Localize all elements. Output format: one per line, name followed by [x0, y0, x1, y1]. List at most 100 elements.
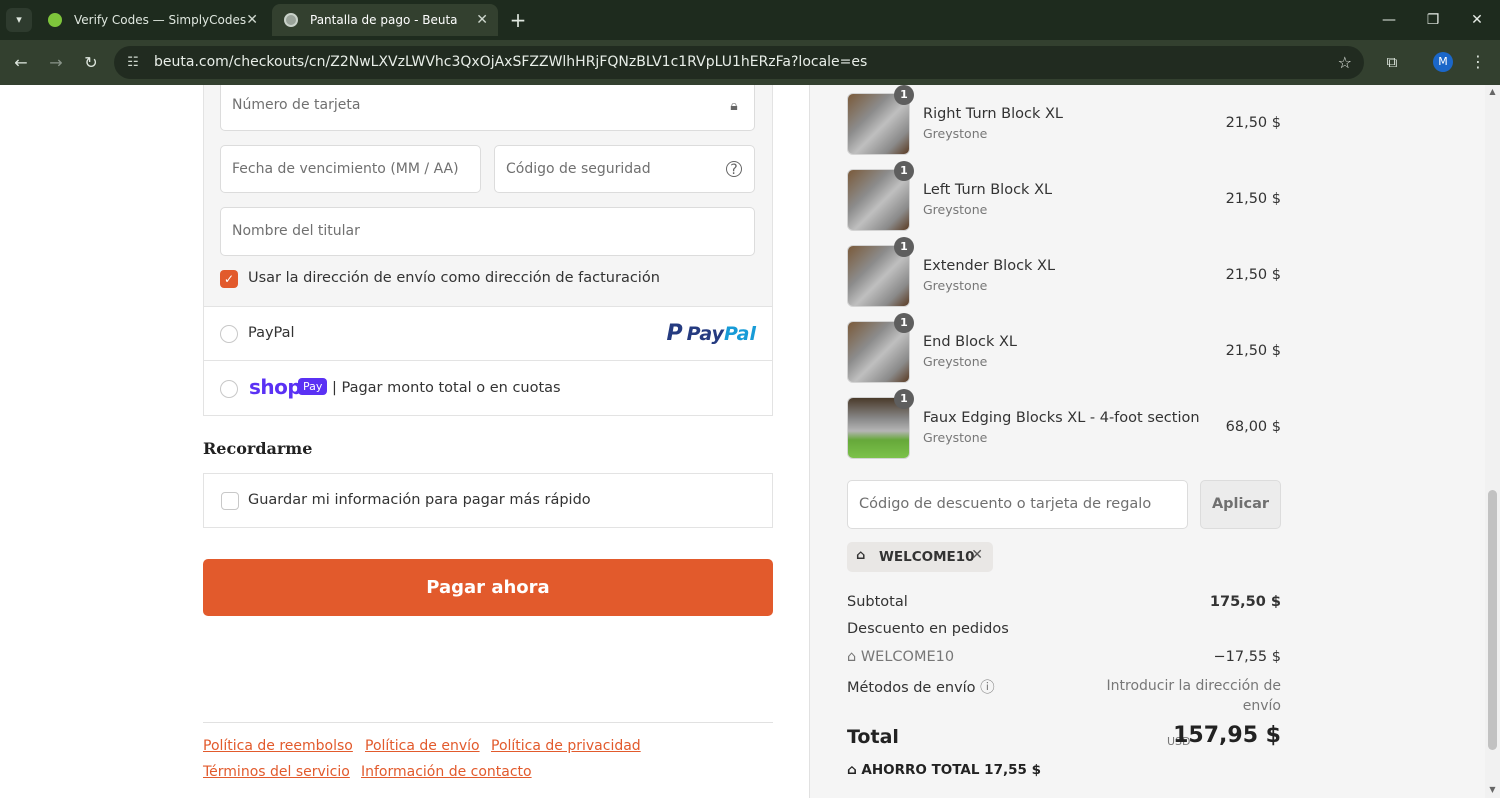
order-item: 1 Left Turn Block XL Greystone 21,50 $ — [847, 161, 1281, 231]
browser-toolbar: ← → ↻ ☷ beuta.com/checkouts/cn/Z2NwLXVzL… — [0, 40, 1500, 85]
pay-now-button[interactable]: Pagar ahora — [203, 559, 773, 616]
item-price: 21,50 $ — [1225, 267, 1281, 283]
quantity-badge: 1 — [894, 161, 914, 181]
item-variant: Greystone — [923, 354, 988, 369]
scroll-down-arrow-icon[interactable]: ▼ — [1485, 785, 1500, 795]
item-name: Faux Edging Blocks XL - 4-foot section — [923, 410, 1200, 426]
scrollbar-thumb[interactable] — [1488, 490, 1497, 750]
subtotal-value: 175,50 $ — [1209, 594, 1281, 610]
item-variant: Greystone — [923, 278, 988, 293]
minimize-button[interactable]: — — [1366, 0, 1412, 40]
shipping-value: Introducir la dirección de envío — [1106, 678, 1282, 714]
billing-same-label: Usar la dirección de envío como direcció… — [248, 270, 660, 286]
paypal-label: PayPal — [248, 325, 295, 341]
paypal-option[interactable]: PayPal P PayPal — [203, 306, 773, 361]
order-item: 1 End Block XL Greystone 21,50 $ — [847, 313, 1281, 383]
order-item: 1 Extender Block XL Greystone 21,50 $ — [847, 237, 1281, 307]
save-info-label: Guardar mi información para pagar más rá… — [248, 492, 591, 508]
new-tab-button[interactable]: + — [508, 6, 528, 34]
shop-pay-badge: Pay — [298, 378, 328, 395]
save-info-checkbox[interactable] — [221, 492, 239, 510]
contact-info-link[interactable]: Información de contacto — [361, 764, 532, 780]
item-price: 21,50 $ — [1225, 115, 1281, 131]
total-label: Total — [847, 726, 899, 748]
tab-verify-codes[interactable]: Verify Codes — SimplyCodes ✕ — [36, 4, 268, 36]
item-name: End Block XL — [923, 334, 1018, 350]
help-circle-icon[interactable]: ⓘ — [980, 680, 995, 696]
billing-same-checkbox[interactable]: ✓ — [220, 270, 238, 288]
savings-label: AHORRO TOTAL — [861, 762, 980, 778]
shipping-policy-link[interactable]: Política de envío — [365, 738, 480, 754]
item-name: Extender Block XL — [923, 258, 1056, 274]
tab-checkout[interactable]: Pantalla de pago - Beuta ✕ — [272, 4, 498, 36]
browser-tab-bar: ▾ Verify Codes — SimplyCodes ✕ Pantalla … — [0, 0, 1500, 40]
item-price: 21,50 $ — [1225, 343, 1281, 359]
url-text: beuta.com/checkouts/cn/Z2NwLXVzLWVhc3QxO… — [154, 54, 868, 70]
apply-discount-button[interactable]: Aplicar — [1200, 480, 1281, 529]
paypal-logo: P PayPal — [666, 321, 756, 346]
cardholder-name-field[interactable]: Nombre del titular — [220, 207, 755, 256]
back-button[interactable]: ← — [8, 50, 34, 76]
expiry-date-field[interactable]: Fecha de vencimiento (MM / AA) — [220, 145, 481, 193]
profile-avatar[interactable]: M — [1433, 52, 1453, 72]
shop-pay-label: | Pagar monto total o en cuotas — [332, 380, 561, 396]
item-price: 21,50 $ — [1225, 191, 1281, 207]
site-settings-icon[interactable]: ☷ — [124, 54, 142, 71]
discount-value: −17,55 $ — [1213, 649, 1282, 665]
remember-me-title: Recordarme — [203, 439, 313, 458]
restore-button[interactable]: ❐ — [1410, 0, 1456, 40]
tab-close-icon[interactable]: ✕ — [476, 4, 488, 36]
quantity-badge: 1 — [894, 237, 914, 257]
refund-policy-link[interactable]: Política de reembolso — [203, 738, 353, 754]
tab-title: Verify Codes — SimplyCodes — [74, 13, 247, 27]
terms-of-service-link[interactable]: Términos del servicio — [203, 764, 350, 780]
order-discount-label: Descuento en pedidos — [847, 621, 1009, 637]
globe-icon — [284, 13, 298, 27]
savings-value: 17,55 $ — [984, 762, 1041, 778]
browser-menu-icon[interactable]: ⋮ — [1468, 50, 1488, 74]
item-price: 68,00 $ — [1225, 419, 1281, 435]
footer-divider — [203, 722, 773, 723]
privacy-policy-link[interactable]: Política de privacidad — [491, 738, 641, 754]
card-number-field[interactable]: Número de tarjeta 🔒︎ — [220, 85, 755, 131]
security-code-field[interactable]: Código de seguridad ? — [494, 145, 755, 193]
item-variant: Greystone — [923, 430, 988, 445]
tab-title: Pantalla de pago - Beuta — [310, 13, 458, 27]
tag-icon: ⌂ — [856, 548, 866, 563]
checkout-form-column: Número de tarjeta 🔒︎ Fecha de vencimient… — [0, 85, 809, 798]
close-window-button[interactable]: ✕ — [1454, 0, 1500, 40]
discount-code-label: WELCOME10 — [860, 649, 955, 665]
address-bar[interactable]: ☷ beuta.com/checkouts/cn/Z2NwLXVzLWVhc3Q… — [114, 46, 1364, 79]
applied-discount-chip: ⌂ WELCOME10 ✕ — [847, 542, 993, 572]
savings-tag-icon: ⌂ — [847, 762, 857, 778]
quantity-badge: 1 — [894, 313, 914, 333]
page-scrollbar[interactable]: ▲ ▼ — [1485, 85, 1500, 798]
tab-close-icon[interactable]: ✕ — [246, 4, 258, 36]
paypal-radio[interactable] — [220, 325, 238, 343]
shop-pay-radio[interactable] — [220, 380, 238, 398]
remove-discount-icon[interactable]: ✕ — [971, 547, 983, 563]
discount-code-input[interactable]: Código de descuento o tarjeta de regalo — [847, 480, 1188, 529]
discount-code-row: ⌂ WELCOME10 −17,55 $ — [847, 649, 1281, 665]
item-variant: Greystone — [923, 126, 988, 141]
order-item: 1 Right Turn Block XL Greystone 21,50 $ — [847, 85, 1281, 155]
tab-search-button[interactable]: ▾ — [6, 8, 32, 32]
total-value: 157,95 $ — [1173, 723, 1281, 748]
subtotal-label: Subtotal — [847, 594, 908, 610]
forward-button[interactable]: → — [43, 50, 69, 76]
total-savings: ⌂ AHORRO TOTAL 17,55 $ — [847, 762, 1041, 778]
scroll-up-arrow-icon[interactable]: ▲ — [1485, 87, 1500, 97]
extensions-icon[interactable]: ⧉ — [1380, 50, 1404, 74]
reload-button[interactable]: ↻ — [78, 50, 104, 76]
simplycodes-favicon-icon — [48, 13, 62, 27]
shipping-row: Métodos de envío ⓘ Introducir la direcci… — [847, 676, 1281, 716]
order-item: 1 Faux Edging Blocks XL - 4-foot section… — [847, 389, 1281, 459]
quantity-badge: 1 — [894, 389, 914, 409]
applied-code-text: WELCOME10 — [879, 549, 975, 565]
item-variant: Greystone — [923, 202, 988, 217]
bookmark-star-icon[interactable]: ☆ — [1338, 46, 1352, 79]
help-circle-icon[interactable]: ? — [726, 161, 742, 178]
shop-pay-option[interactable]: shop Pay | Pagar monto total o en cuotas — [203, 360, 773, 416]
remember-me-option[interactable]: Guardar mi información para pagar más rá… — [203, 473, 773, 528]
subtotal-row: Subtotal 175,50 $ — [847, 594, 1281, 610]
